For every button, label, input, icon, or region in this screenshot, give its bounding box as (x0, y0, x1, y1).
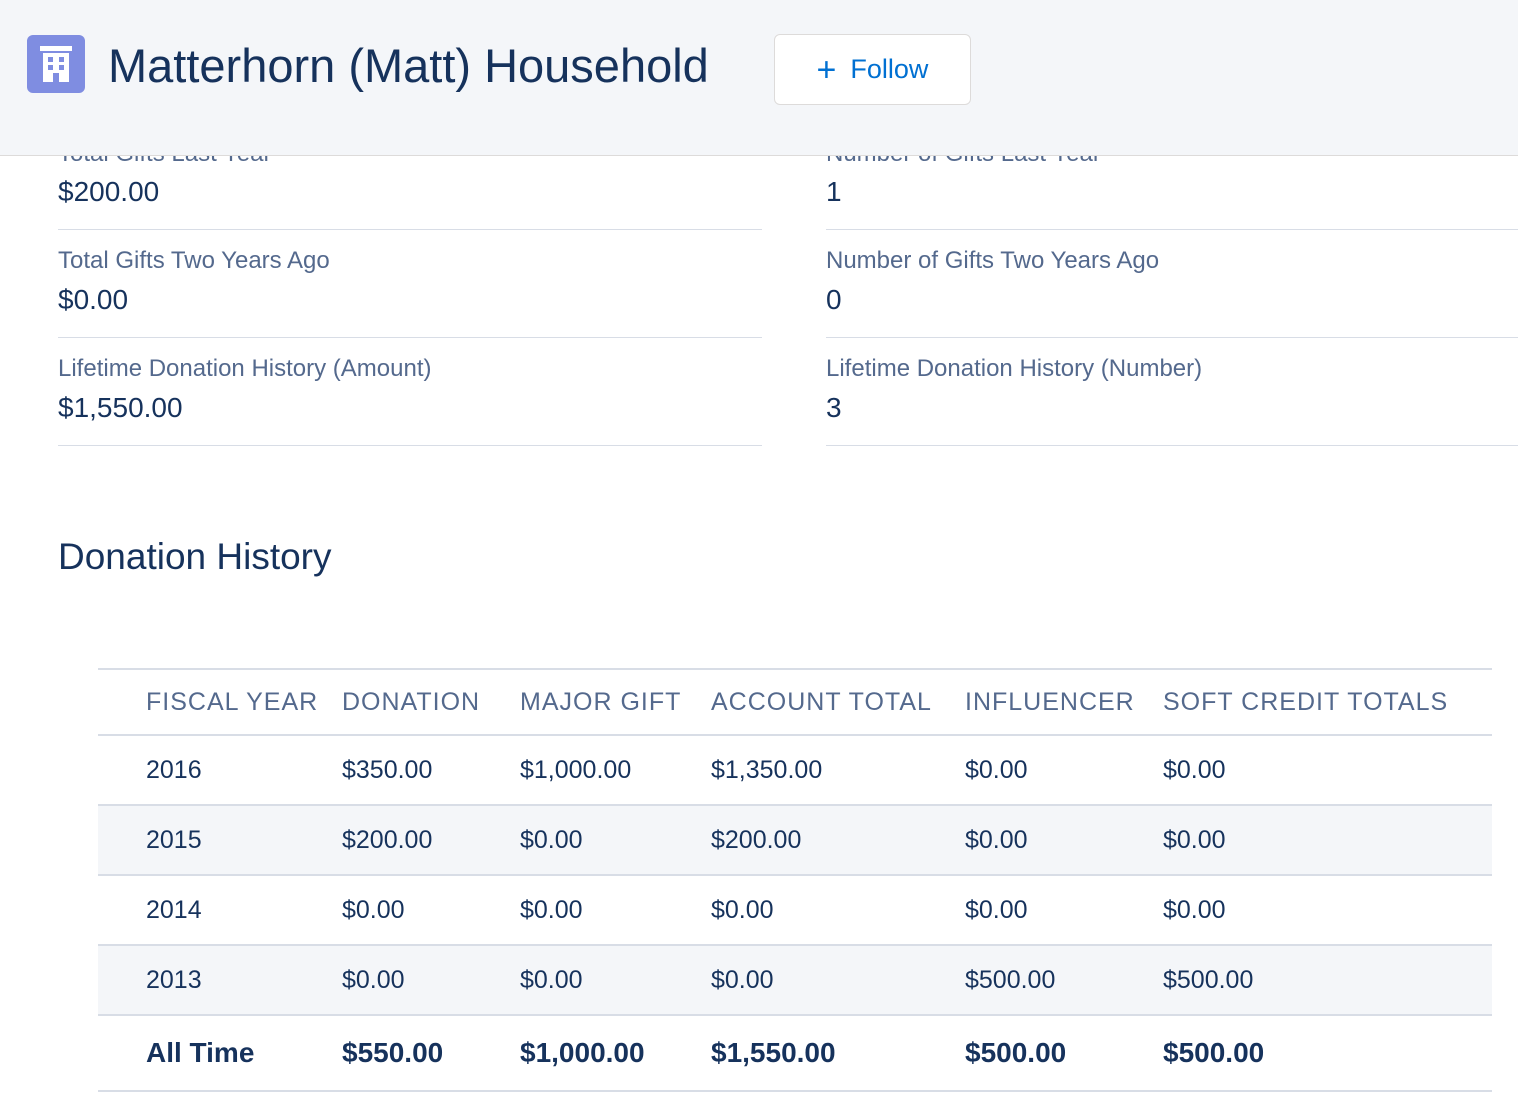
table-cell: $0.00 (965, 805, 1163, 876)
column-header-influencer: INFLUENCER (965, 668, 1163, 736)
field-label: Total Gifts Two Years Ago (58, 247, 330, 274)
table-cell: $0.00 (1163, 735, 1492, 806)
table-cell: $1,000.00 (520, 735, 711, 806)
column-header-account-total: ACCOUNT TOTAL (711, 668, 965, 736)
field-total-gifts-two-years-ago: Total Gifts Two Years Ago $0.00 (58, 230, 762, 338)
table-cell: $0.00 (1163, 805, 1492, 876)
field-value: 3 (826, 392, 842, 423)
follow-label: Follow (850, 54, 929, 84)
table-cell: $1,550.00 (711, 1015, 965, 1092)
table-cell: 2014 (98, 875, 342, 946)
table-cell: $500.00 (1163, 945, 1492, 1016)
field-value: 0 (826, 284, 842, 315)
table-cell: 2016 (98, 735, 342, 806)
column-header-fiscal-year: FISCAL YEAR (98, 668, 342, 736)
table-header-row: FISCAL YEAR DONATION MAJOR GIFT ACCOUNT … (98, 668, 1492, 736)
table-cell: 2015 (98, 805, 342, 876)
record-header: Matterhorn (Matt) Household + Follow (0, 0, 1518, 156)
field-lifetime-amount: Lifetime Donation History (Amount) $1,55… (58, 338, 762, 446)
field-value: $200.00 (58, 176, 160, 207)
field-label: Number of Gifts Two Years Ago (826, 247, 1160, 274)
table-cell: $550.00 (342, 1015, 520, 1092)
field-value: 1 (826, 176, 842, 207)
table-cell: $0.00 (965, 735, 1163, 806)
table-row: 2016 $350.00 $1,000.00 $1,350.00 $0.00 $… (98, 735, 1492, 806)
table-cell: $0.00 (520, 875, 711, 946)
column-header-donation: DONATION (342, 668, 520, 736)
table-cell: $500.00 (965, 1015, 1163, 1092)
field-label: Lifetime Donation History (Amount) (58, 355, 432, 382)
field-value: $0.00 (58, 284, 129, 315)
table-cell: $500.00 (1163, 1015, 1492, 1092)
household-building-icon (27, 35, 85, 93)
table-cell: $500.00 (965, 945, 1163, 1016)
table-cell: $1,350.00 (711, 735, 965, 806)
table-cell: $0.00 (342, 945, 520, 1016)
field-label: Lifetime Donation History (Number) (826, 355, 1203, 382)
table-cell: $0.00 (965, 875, 1163, 946)
table-row: 2014 $0.00 $0.00 $0.00 $0.00 $0.00 (98, 875, 1492, 946)
table-cell: $1,000.00 (520, 1015, 711, 1092)
table-cell: $0.00 (1163, 875, 1492, 946)
follow-button[interactable]: + Follow (774, 34, 971, 105)
table-cell: $0.00 (342, 875, 520, 946)
table-total-row: All Time $550.00 $1,000.00 $1,550.00 $50… (98, 1015, 1492, 1092)
field-lifetime-number: Lifetime Donation History (Number) 3 (826, 338, 1518, 446)
column-header-soft-credit-totals: SOFT CREDIT TOTALS (1163, 668, 1492, 736)
field-value: $1,550.00 (58, 392, 183, 423)
table-cell: All Time (98, 1015, 342, 1092)
column-header-major-gift: MAJOR GIFT (520, 668, 711, 736)
table-row: 2015 $200.00 $0.00 $200.00 $0.00 $0.00 (98, 805, 1492, 876)
page-title: Matterhorn (Matt) Household (108, 39, 709, 92)
table-cell: 2013 (98, 945, 342, 1016)
table-cell: $200.00 (711, 805, 965, 876)
table-cell: $0.00 (711, 945, 965, 1016)
table-cell: $350.00 (342, 735, 520, 806)
table-cell: $0.00 (711, 875, 965, 946)
table-cell: $0.00 (520, 805, 711, 876)
table-cell: $200.00 (342, 805, 520, 876)
table-row: 2013 $0.00 $0.00 $0.00 $500.00 $500.00 (98, 945, 1492, 1016)
section-title: Donation History (58, 536, 332, 577)
table-cell: $0.00 (520, 945, 711, 1016)
donation-history-table: FISCAL YEAR DONATION MAJOR GIFT ACCOUNT … (98, 668, 1492, 1092)
field-number-gifts-two-years-ago: Number of Gifts Two Years Ago 0 (826, 230, 1518, 338)
plus-icon: + (816, 50, 837, 89)
